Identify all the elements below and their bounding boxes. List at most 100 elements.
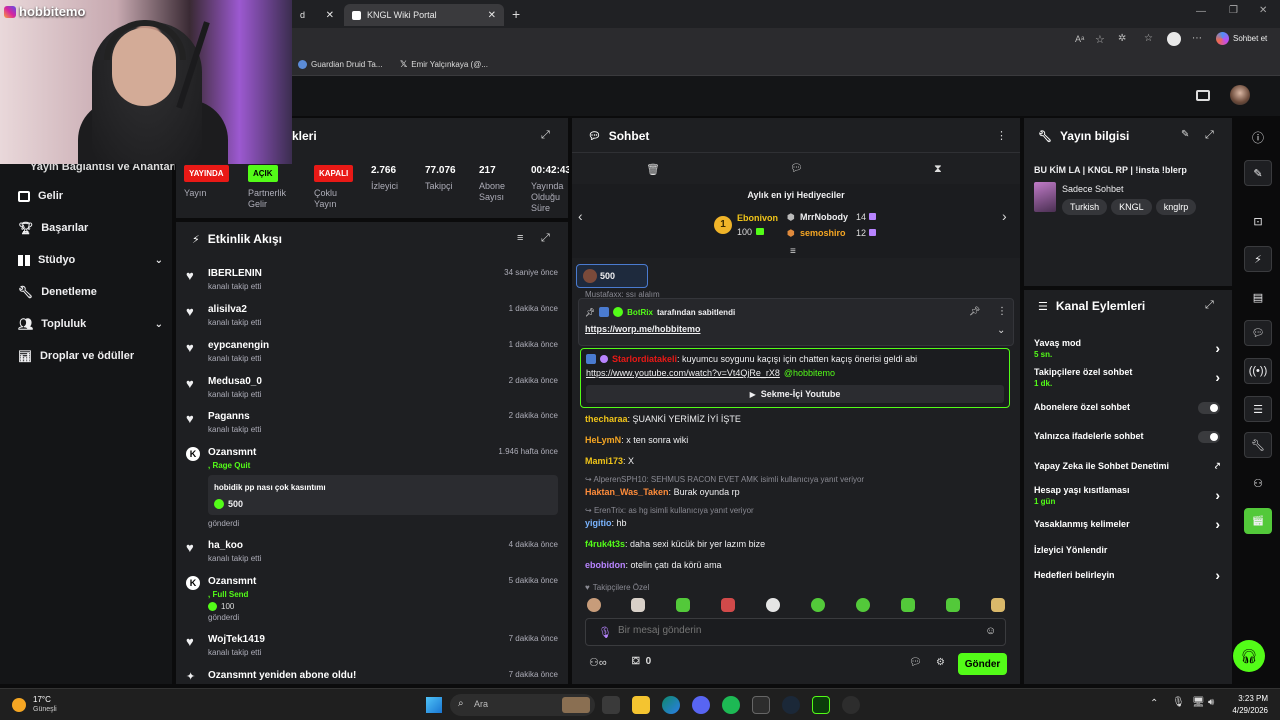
emote[interactable]	[946, 598, 960, 612]
chevron-right-icon[interactable]: ›	[1215, 516, 1220, 532]
clock-date[interactable]: 4/29/2026	[1226, 706, 1268, 715]
feed-username[interactable]: ha_koo	[208, 540, 243, 551]
mic-icon[interactable]: 🎙︎	[598, 626, 612, 639]
emote[interactable]	[901, 598, 915, 612]
gift-icon[interactable]	[1196, 90, 1210, 101]
action-account-age[interactable]: Hesap yaşı kısıtlaması 1 gün ›	[1034, 485, 1220, 506]
reply-context[interactable]: ↪ ErenTrix: as hg isimli kullanıcıya yan…	[585, 506, 754, 515]
volume-icon[interactable]: 🔊︎	[1208, 697, 1214, 708]
unpin-icon[interactable]: 📌︎	[969, 306, 980, 317]
sidebar-item-community[interactable]: 👥︎ Topluluk ⌄	[18, 314, 163, 334]
filter-icon[interactable]: ≡	[517, 232, 523, 244]
trash-icon[interactable]: 🗑︎	[646, 163, 660, 176]
chat-username[interactable]: yigitio	[585, 518, 612, 528]
quick-actions-icon[interactable]: ⚡︎	[1244, 246, 1272, 272]
gifter-second-name[interactable]: MrrNobody	[800, 212, 848, 222]
sun-icon[interactable]	[12, 698, 26, 712]
chevron-right-icon[interactable]: ›	[1215, 340, 1220, 356]
feed-username[interactable]: Medusa0_0	[208, 376, 262, 387]
weather-temp[interactable]: 17°C	[33, 695, 51, 704]
kick-app-icon[interactable]	[812, 696, 830, 714]
favorite-star-icon[interactable]: ☆	[1095, 33, 1105, 46]
file-explorer-icon[interactable]	[632, 696, 650, 714]
reply-context[interactable]: ↪ AlperenSPH10: SEHMUS RACON EVET AMK is…	[585, 475, 864, 484]
gear-icon[interactable]: ⚙	[936, 657, 945, 668]
action-banned-words[interactable]: Yasaklanmış kelimeler ›	[1034, 516, 1220, 532]
chevron-down-icon[interactable]: ⌄	[997, 325, 1005, 336]
sidebar-item-revenue[interactable]: Gelir	[18, 186, 163, 206]
action-slow-mode[interactable]: Yavaş mod 5 sn. ›	[1034, 338, 1220, 359]
chat-username[interactable]: thecharaa	[585, 414, 628, 424]
feed-username[interactable]: alisilva2	[208, 304, 247, 315]
wrench-icon[interactable]: 🔧︎	[1244, 432, 1272, 458]
tag-pill[interactable]: KNGL	[1111, 199, 1152, 215]
bookmark-guardian-druid[interactable]: Guardian Druid Ta...	[298, 56, 382, 72]
emoji-icon[interactable]: ☺	[985, 625, 996, 637]
feed-username[interactable]: Paganns	[208, 411, 250, 422]
feed-username[interactable]: Ozansmnt	[208, 576, 256, 587]
support-chat-button[interactable]: 🎧︎	[1233, 640, 1265, 672]
user-avatar[interactable]	[1230, 85, 1250, 105]
network-icon[interactable]: 🖥︎	[1192, 697, 1205, 708]
tab-close-icon[interactable]: ✕	[488, 10, 496, 21]
chat-username[interactable]: f4ruk4t3s	[585, 539, 625, 549]
collapse-handle-icon[interactable]: ≡	[790, 246, 796, 257]
obs-icon[interactable]	[842, 696, 860, 714]
pinned-more-icon[interactable]: ⋮	[997, 306, 1007, 317]
suggestion-mention[interactable]: @hobbitemo	[784, 368, 835, 378]
new-tab-icon[interactable]: +	[512, 6, 520, 22]
gifter-third-name[interactable]: semoshiro	[800, 228, 846, 238]
action-emotes-only[interactable]: Yalnızca ifadelerle sohbet	[1034, 431, 1220, 443]
profile-avatar[interactable]	[1167, 32, 1181, 46]
expand-icon[interactable]: ⤢	[541, 129, 550, 142]
chat-username[interactable]: ebobidon	[585, 560, 626, 570]
kicks-counter[interactable]: ⛋ 0	[632, 656, 651, 667]
chevron-down-icon[interactable]: ⌄	[155, 255, 163, 266]
browser-tab-kngl-wiki[interactable]: KNGL Wiki Portal ✕	[344, 4, 504, 26]
task-view-icon[interactable]	[602, 696, 620, 714]
suggestion-user[interactable]: Starlordiatakeli	[612, 354, 677, 364]
chat-input[interactable]	[618, 625, 958, 636]
subscribers-only-toggle[interactable]	[1198, 402, 1220, 414]
sidebar-item-achievements[interactable]: 🏆︎ Başarılar	[18, 218, 163, 238]
expand-icon[interactable]: ⤢	[541, 232, 550, 245]
action-raid[interactable]: İzleyici Yönlendir	[1034, 545, 1220, 555]
emotes-only-toggle[interactable]	[1198, 431, 1220, 443]
external-link-icon[interactable]: ⤤	[1215, 461, 1220, 472]
emote[interactable]	[856, 598, 870, 612]
feed-username[interactable]: IBERLENIN	[208, 268, 262, 279]
chat-username[interactable]: Mami173	[585, 456, 623, 466]
community-icon[interactable]: ⚇∞	[589, 656, 607, 669]
discord-icon[interactable]	[692, 696, 710, 714]
spotify-icon[interactable]	[722, 696, 740, 714]
edit-pencil-icon[interactable]: ✎	[1181, 129, 1189, 140]
clip-icon[interactable]: 🎬︎	[1244, 508, 1272, 534]
chat-username[interactable]: HeLymN	[585, 435, 621, 445]
chat-more-icon[interactable]: ⋮	[996, 129, 1007, 142]
chevron-left-icon[interactable]: ‹	[578, 208, 583, 224]
tag-pill[interactable]: knglrp	[1155, 199, 1197, 215]
emote[interactable]	[676, 598, 690, 612]
feed-username[interactable]: WojTek1419	[208, 634, 265, 645]
emote[interactable]	[587, 598, 601, 612]
tag-pill[interactable]: Turkish	[1062, 199, 1108, 215]
info-icon[interactable]: ⓘ	[1244, 124, 1272, 150]
browser-tab-1[interactable]: d ✕	[292, 4, 342, 26]
action-ai-moderation[interactable]: Yapay Zeka ile Sohbet Denetimi ⤤	[1034, 461, 1220, 471]
action-goals[interactable]: Hedefleri belirleyin ›	[1034, 567, 1220, 583]
read-aloud-icon[interactable]: Aᵃ	[1075, 34, 1084, 44]
clock-time[interactable]: 3:23 PM	[1232, 694, 1268, 703]
more-menu-icon[interactable]: ⋯	[1192, 33, 1202, 44]
feed-username[interactable]: eypcanengin	[208, 340, 269, 351]
steam-icon[interactable]	[782, 696, 800, 714]
tab-close-icon[interactable]: ✕	[326, 10, 334, 21]
emote[interactable]	[766, 598, 780, 612]
copilot-chat-button[interactable]: Sohbet et	[1216, 32, 1267, 45]
chat-username[interactable]: Haktan_Was_Taken	[585, 487, 669, 497]
emote[interactable]	[991, 598, 1005, 612]
expand-icon[interactable]: ⤢	[1205, 129, 1214, 142]
feed-username[interactable]: Ozansmnt yeniden abone oldu!	[208, 670, 356, 681]
kicks-leaderboard-pill[interactable]: 500	[576, 264, 648, 288]
moderation-panel-icon[interactable]: ☰	[1244, 396, 1272, 422]
close-window-icon[interactable]: ✕	[1259, 5, 1267, 16]
